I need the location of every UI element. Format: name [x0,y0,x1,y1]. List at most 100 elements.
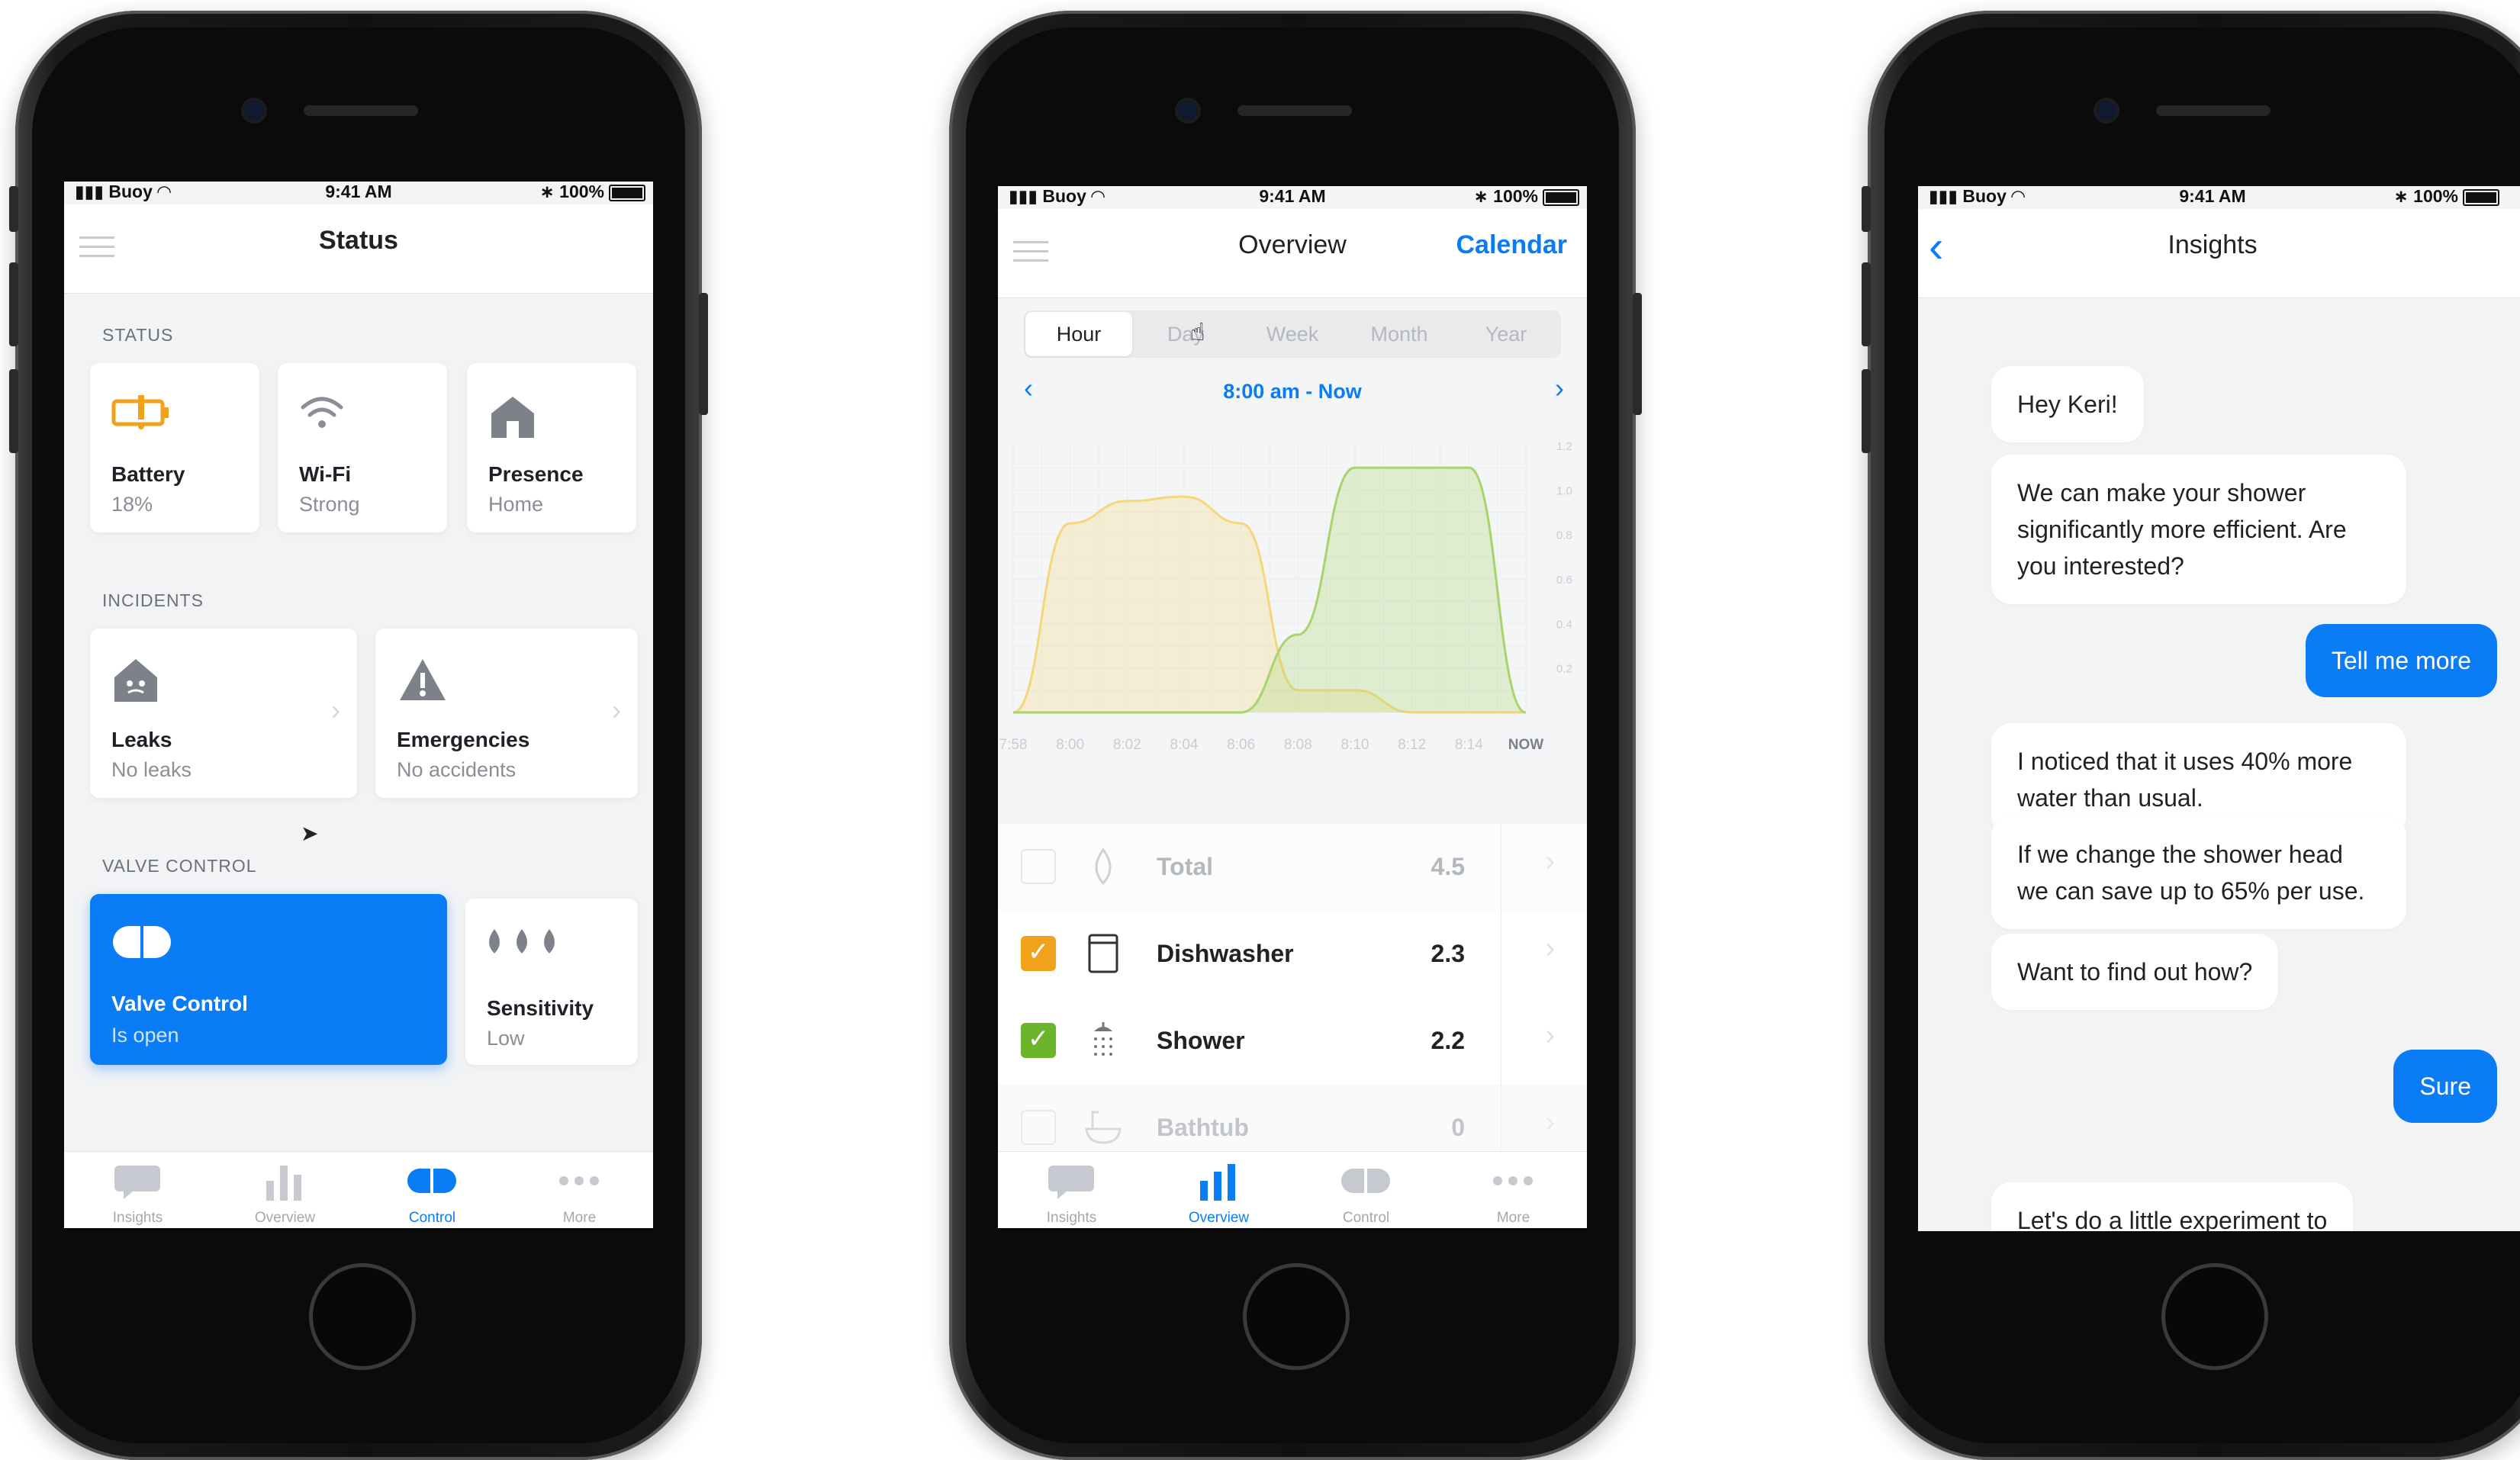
section-valve-label: VALVE CONTROL [102,856,257,876]
chat-icon [114,1166,160,1199]
x-tick-label: 8:08 [1284,737,1312,751]
x-tick-label: 7:58 [999,737,1028,751]
volume-button [1862,262,1871,346]
toggle-icon [113,926,171,958]
chevron-right-icon: › [1545,1019,1555,1051]
tab-control[interactable]: Control [359,1152,506,1228]
sensitivity-value: Low [487,1027,525,1050]
range-month[interactable]: Month [1346,310,1453,358]
tab-bar: Insights Overview Control More [998,1151,1587,1228]
range-week[interactable]: Week [1239,310,1346,358]
sensitivity-card[interactable]: Sensitivity Low [465,899,638,1065]
checkbox[interactable]: ✓ [1021,936,1056,971]
wifi-value: Strong [299,493,360,516]
insights-screen: ▮▮▮ Buoy ◠ 9:41 AM ∗ 100% ‹ Insights Hey… [1918,186,2520,1231]
house-icon [491,397,534,438]
presence-value: Home [488,493,544,516]
list-item-value: 4.5 [1431,853,1465,880]
section-incidents-label: INCIDENTS [102,590,204,610]
valve-control-card[interactable]: Valve Control Is open [90,894,447,1065]
list-item-name: Dishwasher [1157,940,1294,967]
bluetooth-icon: ∗ [2393,186,2414,206]
presence-card[interactable]: Presence Home [467,363,636,532]
checkbox[interactable] [1021,849,1056,884]
mouse-cursor-icon: ➤ [301,822,319,845]
list-item-name: Bathtub [1157,1114,1249,1141]
nav-bar: Status [64,204,653,294]
chevron-right-icon: › [1545,932,1555,964]
tab-more[interactable]: More [506,1152,653,1228]
power-button [1633,293,1642,415]
list-item-name: Shower [1157,1027,1245,1054]
emergencies-title: Emergencies [397,728,530,751]
tab-insights[interactable]: Insights [64,1152,211,1228]
leaks-value: No leaks [111,758,192,781]
warning-icon [400,659,446,700]
more-icon [1493,1176,1533,1185]
user-message-bubble[interactable]: Sure [2393,1050,2497,1123]
y-tick-label: 0.4 [1556,618,1572,631]
house-drop-icon [114,659,157,702]
battery-percent: 100% [2413,186,2458,206]
bot-message-bubble: We can make your shower significantly mo… [1991,455,2406,604]
list-item[interactable]: Total 4.5 › [998,824,1587,912]
usage-chart: 7:58 8:00 8:02 8:04 8:06 8:08 8:10 8:12 8:14 NOW 1… [999,440,1572,751]
home-button[interactable] [2161,1263,2268,1370]
leaks-card[interactable]: Leaks No leaks › [90,629,357,798]
volume-button [1862,186,1871,232]
bot-message-bubble: Let's do a little experiment to [1991,1182,2354,1231]
range-day[interactable]: Day [1132,310,1239,358]
tab-more[interactable]: More [1440,1152,1587,1228]
valve-title: Valve Control [111,992,248,1015]
tab-overview[interactable]: Overview [1145,1152,1292,1228]
range-year[interactable]: Year [1453,310,1559,358]
toggle-icon [1341,1169,1390,1193]
y-tick-label: 0.2 [1556,663,1572,676]
speaker-grille [304,105,418,116]
tab-overview-label: Overview [1188,1210,1250,1226]
bot-message-bubble: Hey Keri! [1991,366,2144,442]
wifi-card[interactable]: Wi-Fi Strong [278,363,447,532]
chevron-right-icon: › [1545,1106,1555,1138]
home-button[interactable] [309,1263,416,1370]
volume-button [9,262,18,346]
sensitivity-title: Sensitivity [487,996,594,1020]
page-title: Status [319,226,398,255]
battery-icon [609,184,645,201]
user-message-bubble[interactable]: Tell me more [2305,624,2497,697]
tab-insights[interactable]: Insights [998,1152,1145,1228]
bot-message-bubble: Want to find out how? [1991,934,2279,1010]
tab-overview[interactable]: Overview [211,1152,359,1228]
checkbox[interactable] [1021,1110,1056,1145]
tab-control[interactable]: Control [1292,1152,1440,1228]
bar-chart-icon [1200,1164,1235,1201]
list-item-value: 2.2 [1431,1027,1465,1054]
speaker-grille [1237,105,1352,116]
front-camera [1178,101,1198,121]
y-tick-label: 1.2 [1556,440,1572,453]
valve-value: Is open [111,1024,179,1047]
speaker-grille [2156,105,2271,116]
battery-percent: 100% [559,182,604,201]
status-bar: ▮▮▮ Buoy ◠ 9:41 AM ∗ 100% [998,186,1587,209]
calendar-button[interactable]: Calendar [1456,230,1568,260]
dishwasher-icon [1088,934,1118,973]
battery-icon [1543,188,1579,206]
list-item[interactable]: ✓ Shower 2.2 › [998,998,1587,1085]
volume-button [9,186,18,232]
page-title: Insights [2168,230,2258,259]
battery-icon [2463,188,2499,206]
tab-more-label: More [562,1210,597,1226]
leaks-title: Leaks [111,728,172,751]
home-button[interactable] [1243,1263,1350,1370]
chevron-right-icon: › [612,694,621,725]
front-camera [2097,101,2116,121]
next-period-button[interactable]: › [1555,372,1564,404]
list-item[interactable]: ✓ Dishwasher 2.3 › [998,911,1587,999]
status-screen: ▮▮▮ Buoy ◠ 9:41 AM ∗ 100% Status STATUS … [64,182,653,1228]
battery-card[interactable]: Battery 18% [90,363,259,532]
checkbox[interactable]: ✓ [1021,1023,1056,1058]
emergencies-card[interactable]: Emergencies No accidents › [375,629,638,798]
range-hour[interactable]: Hour [1025,312,1132,356]
volume-button [9,369,18,453]
